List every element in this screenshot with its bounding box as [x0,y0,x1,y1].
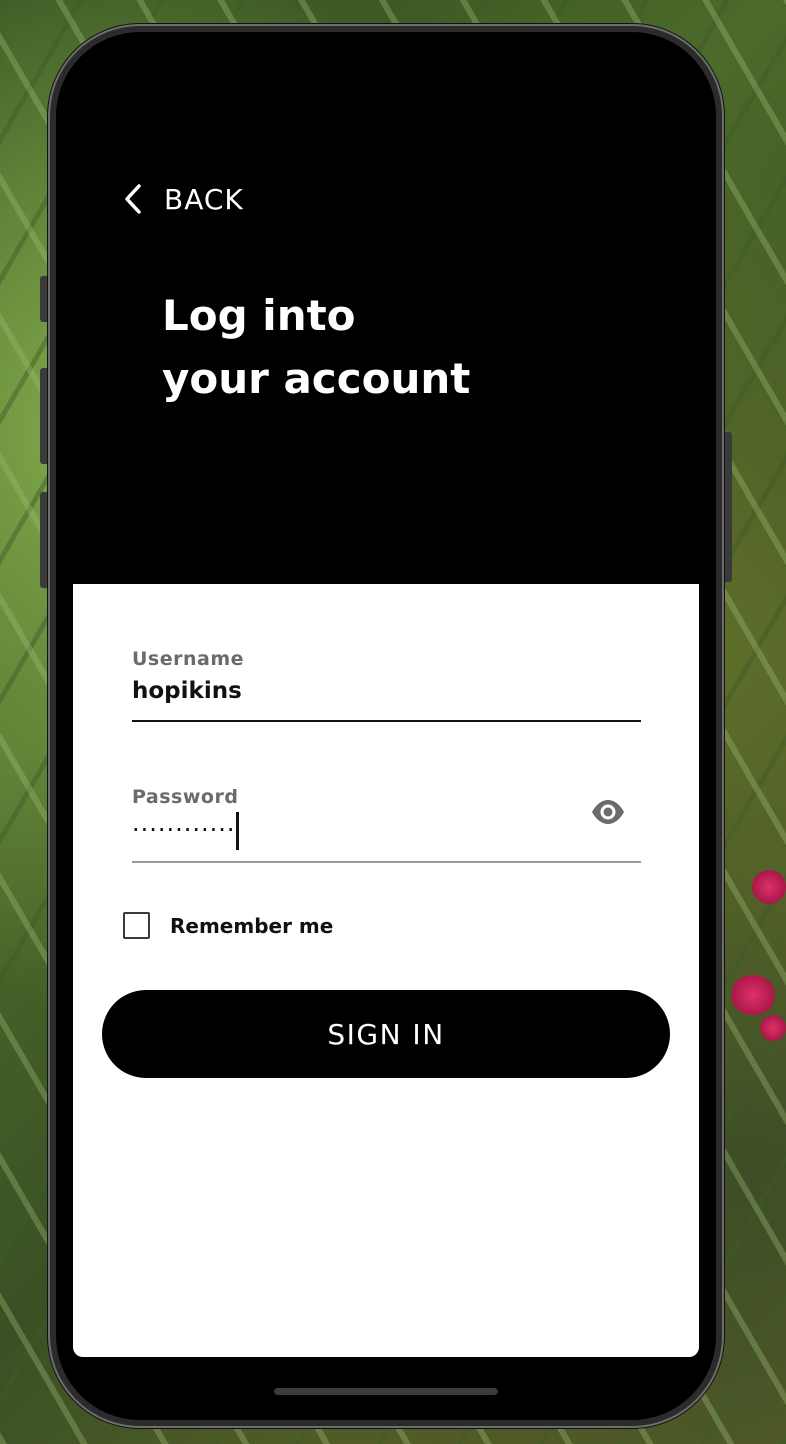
wallpaper-flower [730,975,776,1015]
username-field[interactable]: Username hopikins [132,644,641,724]
eye-icon[interactable] [591,800,625,828]
password-masked-value: ············ [132,816,236,844]
page-title-line1: Log into [162,291,356,340]
login-form-card: Username hopikins Password ············ … [73,584,699,1357]
back-button[interactable]: BACK [122,182,244,216]
remember-me-checkbox[interactable] [123,912,150,939]
mute-switch [40,276,48,322]
power-button [724,432,732,582]
wallpaper-flower [752,870,786,904]
remember-me-option[interactable]: Remember me [123,912,333,939]
home-indicator[interactable] [274,1388,498,1395]
username-label: Username [132,648,245,670]
username-underline [132,720,641,722]
back-label: BACK [164,182,244,216]
text-cursor [235,812,239,850]
username-input[interactable]: hopikins [132,678,242,704]
volume-down-button [40,492,48,588]
chevron-left-icon [125,184,141,214]
password-label: Password [132,786,239,808]
password-underline [132,861,641,863]
phone-screen: BACK Log into your account Username hopi… [56,32,716,1420]
page-title-line2: your account [162,354,471,403]
password-field[interactable]: Password ············ [132,784,641,864]
password-input[interactable]: ············ [132,812,239,850]
page-title: Log into your account [162,284,470,410]
wallpaper-flower [760,1015,786,1041]
sign-in-button[interactable]: SIGN IN [102,990,670,1078]
remember-me-label: Remember me [170,913,334,938]
volume-up-button [40,368,48,464]
